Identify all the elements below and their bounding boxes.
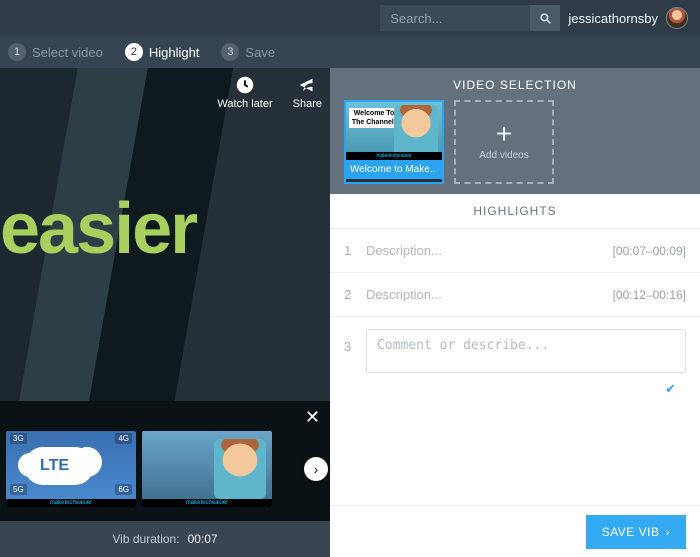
highlight-index: 3 — [344, 329, 354, 354]
video-thumb: Welcome To The Channel! maketecheasier — [346, 102, 442, 160]
left-pane: Watch later Share easier ✕ 3G 4G 5G 6G L… — [0, 68, 330, 557]
step-bar: 1 Select video 2 Highlight 3 Save — [0, 36, 700, 68]
step-select-video[interactable]: 1 Select video — [8, 43, 103, 61]
selected-video-card[interactable]: Welcome To The Channel! maketecheasier W… — [344, 100, 444, 184]
highlight-input-row: 3 ✔ — [330, 317, 700, 385]
share-icon — [296, 74, 318, 96]
search-wrap — [380, 5, 560, 31]
highlight-input[interactable] — [366, 329, 686, 373]
thumbnail-strip: ✕ 3G 4G 5G 6G LTE maketecheasier maketec… — [0, 401, 330, 521]
duration-value: 00:07 — [188, 532, 218, 546]
overlay-text: Welcome To The Channel! — [349, 108, 399, 128]
brand-strip: maketecheasier — [6, 499, 136, 507]
next-button[interactable]: › — [304, 457, 328, 481]
video-caption: Welcome to Make... — [346, 160, 442, 179]
search-input[interactable] — [380, 5, 530, 31]
highlight-desc: Description... — [366, 287, 601, 302]
plus-icon: + — [496, 124, 512, 144]
share-button[interactable]: Share — [293, 74, 322, 110]
save-vib-button[interactable]: SAVE VIB › — [586, 515, 686, 549]
highlights-panel: HIGHLIGHTS 1 Description... [00:07–00:09… — [330, 194, 700, 557]
clock-icon — [234, 74, 256, 96]
watch-later-button[interactable]: Watch later — [217, 74, 272, 110]
step-number: 1 — [8, 43, 26, 61]
step-highlight[interactable]: 2 Highlight — [125, 43, 200, 61]
badge-3g: 3G — [10, 433, 27, 444]
step-save[interactable]: 3 Save — [221, 43, 275, 61]
video-overlay-text: easier — [0, 188, 196, 270]
highlight-index: 1 — [344, 243, 354, 258]
badge-5g: 5G — [10, 484, 27, 495]
add-videos-label: Add videos — [479, 150, 528, 161]
highlight-time: [00:07–00:09] — [613, 244, 686, 258]
user-area[interactable]: jessicathornsby — [568, 7, 688, 29]
video-controls: Watch later Share — [217, 74, 322, 110]
duration-label: Vib duration: — [112, 532, 179, 546]
highlight-time: [00:12–00:16] — [613, 288, 686, 302]
step-label: Save — [245, 45, 275, 60]
share-label: Share — [293, 98, 322, 110]
chevron-right-icon: › — [666, 525, 671, 539]
add-videos-button[interactable]: + Add videos — [454, 100, 554, 184]
highlight-desc: Description... — [366, 243, 601, 258]
face-graphic — [394, 105, 438, 157]
suggested-thumb-2[interactable]: maketecheasier — [142, 431, 272, 507]
strip-row: 3G 4G 5G 6G LTE maketecheasier maketeche… — [6, 431, 324, 507]
check-icon[interactable]: ✔ — [665, 381, 676, 397]
highlight-row[interactable]: 2 Description... [00:12–00:16] — [330, 273, 700, 317]
username: jessicathornsby — [568, 11, 658, 26]
step-label: Select video — [32, 45, 103, 60]
duration-bar: Vib duration: 00:07 — [0, 521, 330, 557]
brand-strip: maketecheasier — [142, 499, 272, 507]
highlights-title: HIGHLIGHTS — [330, 194, 700, 229]
top-bar: jessicathornsby — [0, 0, 700, 36]
chevron-right-icon: › — [314, 461, 319, 477]
badge-4g: 4G — [115, 433, 132, 444]
lte-label: LTE — [40, 457, 69, 475]
badge-6g: 6G — [115, 484, 132, 495]
main-split: Watch later Share easier ✕ 3G 4G 5G 6G L… — [0, 68, 700, 557]
avatar — [666, 7, 688, 29]
video-selection-row: Welcome To The Channel! maketecheasier W… — [330, 100, 700, 194]
step-number: 3 — [221, 43, 239, 61]
video-selection-title: VIDEO SELECTION — [330, 68, 700, 100]
highlight-index: 2 — [344, 287, 354, 302]
face-graphic — [214, 439, 266, 499]
save-bar: SAVE VIB › — [330, 505, 700, 557]
step-label: Highlight — [149, 45, 200, 60]
search-button[interactable] — [530, 5, 560, 31]
search-icon — [539, 12, 552, 25]
suggested-thumb-1[interactable]: 3G 4G 5G 6G LTE maketecheasier — [6, 431, 136, 507]
save-button-label: SAVE VIB — [602, 525, 660, 539]
video-player[interactable]: Watch later Share easier — [0, 68, 330, 401]
close-icon[interactable]: ✕ — [305, 407, 320, 428]
watch-later-label: Watch later — [217, 98, 272, 110]
highlight-row[interactable]: 1 Description... [00:07–00:09] — [330, 229, 700, 273]
step-number: 2 — [125, 43, 143, 61]
brand-strip: maketecheasier — [346, 152, 442, 160]
right-pane: VIDEO SELECTION Welcome To The Channel! … — [330, 68, 700, 557]
